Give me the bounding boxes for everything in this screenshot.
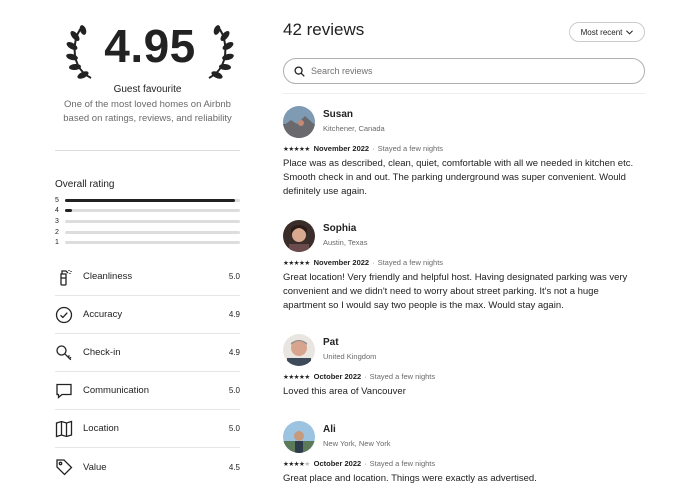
reviewer-location: Kitchener, Canada bbox=[323, 124, 385, 133]
rating-bar-label: 1 bbox=[55, 239, 59, 247]
rating-bar-label: 2 bbox=[55, 228, 59, 236]
review-date: November 2022 bbox=[313, 144, 370, 153]
rating-bar-row: 4 bbox=[55, 206, 240, 217]
rating-bar-track bbox=[65, 219, 240, 223]
star-icon: ★ bbox=[304, 461, 310, 468]
category-row-check-in: Check-in 4.9 bbox=[55, 334, 240, 372]
sort-dropdown[interactable]: Most recent bbox=[569, 22, 645, 42]
search-input[interactable] bbox=[311, 66, 611, 76]
reviewer-location: United Kingdom bbox=[323, 352, 377, 361]
rating-bar-track bbox=[65, 241, 240, 245]
category-row-location: Location 5.0 bbox=[55, 410, 240, 448]
guest-favourite-description: One of the most loved homes on Airbnb ba… bbox=[63, 99, 232, 124]
category-row-cleanliness: Cleanliness 5.0 bbox=[55, 258, 240, 296]
category-label: Location bbox=[83, 423, 119, 434]
star-rating: ★★★★★ bbox=[283, 260, 310, 267]
rating-bar-label: 3 bbox=[55, 217, 59, 225]
category-label: Communication bbox=[83, 385, 149, 396]
category-value: 5.0 bbox=[228, 272, 240, 281]
star-icon: ★ bbox=[304, 374, 310, 381]
category-label: Value bbox=[83, 461, 107, 473]
reviewer-name: Ali bbox=[323, 424, 336, 435]
separator-dot: · bbox=[372, 258, 375, 267]
laurel-right-icon bbox=[208, 25, 234, 79]
stay-length: Stayed a few nights bbox=[369, 372, 436, 381]
review-meta: ★★★★★ October 2022 · Stayed a few nights bbox=[283, 459, 435, 468]
avatar[interactable] bbox=[283, 421, 315, 453]
rating-bar-row: 1 bbox=[55, 237, 240, 248]
avatar[interactable] bbox=[283, 106, 315, 138]
rating-header: 4.95 bbox=[65, 18, 235, 82]
category-value: 4.9 bbox=[228, 348, 240, 357]
category-value: 4.5 bbox=[228, 462, 240, 472]
rating-bar-label: 4 bbox=[55, 207, 59, 215]
review-date: October 2022 bbox=[313, 372, 362, 381]
stay-length: Stayed a few nights bbox=[377, 144, 444, 153]
separator-dot: · bbox=[372, 144, 375, 153]
review-text: Great place and location. Things were ex… bbox=[283, 473, 537, 484]
star-rating: ★★★★★ bbox=[283, 461, 310, 468]
speech-bubble-icon bbox=[56, 383, 72, 399]
tag-icon bbox=[56, 459, 73, 476]
review-meta: ★★★★★ October 2022 · Stayed a few nights bbox=[283, 372, 435, 381]
rating-bar-row: 5 bbox=[55, 195, 240, 206]
review-date: November 2022 bbox=[313, 258, 370, 267]
guest-favourite-badge: Guest favourite bbox=[113, 84, 182, 95]
category-row-value: Value 4.5 bbox=[55, 448, 240, 486]
rating-bar-track bbox=[65, 209, 240, 213]
star-icon: ★ bbox=[304, 260, 310, 267]
review-text: Loved this area of Vancouver bbox=[283, 386, 406, 397]
reviews-count-title: 42 reviews bbox=[283, 20, 365, 39]
search-icon bbox=[294, 65, 305, 77]
spray-bottle-icon bbox=[60, 269, 72, 286]
map-icon bbox=[55, 420, 73, 437]
star-rating: ★★★★★ bbox=[283, 146, 310, 153]
category-label: Check-in bbox=[83, 347, 121, 358]
divider bbox=[283, 93, 645, 94]
rating-bar-row: 3 bbox=[55, 216, 240, 227]
category-ratings: Cleanliness 5.0 Accuracy 4.9 Check-in 4.… bbox=[55, 258, 240, 486]
category-label: Cleanliness bbox=[83, 271, 133, 282]
rating-distribution: 5 4 3 2 1 bbox=[55, 195, 240, 248]
category-value: 5.0 bbox=[228, 424, 240, 433]
category-value: 4.9 bbox=[228, 310, 240, 319]
review-text: Place was as described, clean, quiet, co… bbox=[283, 158, 634, 197]
search-reviews-field[interactable] bbox=[283, 58, 645, 84]
sort-dropdown-label: Most recent bbox=[580, 27, 623, 37]
review-text: Great location! Very friendly and helpfu… bbox=[283, 272, 628, 311]
check-circle-icon bbox=[55, 306, 73, 323]
reviewer-name: Sophia bbox=[323, 223, 357, 234]
category-label: Accuracy bbox=[83, 309, 123, 320]
avatar[interactable] bbox=[283, 220, 315, 252]
reviewer-name: Susan bbox=[323, 109, 354, 120]
rating-bar-label: 5 bbox=[55, 196, 59, 204]
reviewer-name: Pat bbox=[323, 337, 339, 348]
rating-bar-track bbox=[65, 230, 240, 234]
star-icon: ★ bbox=[304, 146, 310, 153]
key-icon bbox=[56, 344, 72, 360]
review-date: October 2022 bbox=[313, 459, 362, 468]
chevron-down-icon bbox=[626, 29, 634, 35]
review-meta: ★★★★★ November 2022 · Stayed a few nights bbox=[283, 258, 443, 267]
separator-dot: · bbox=[364, 459, 367, 468]
rating-bar-row: 2 bbox=[55, 227, 240, 238]
stay-length: Stayed a few nights bbox=[369, 459, 436, 468]
separator-dot: · bbox=[364, 372, 367, 381]
category-value: 5.0 bbox=[228, 386, 240, 395]
avatar[interactable] bbox=[283, 334, 315, 366]
reviewer-location: New York, New York bbox=[323, 439, 391, 448]
reviewer-location: Austin, Texas bbox=[323, 238, 368, 247]
rating-bar-fill bbox=[65, 209, 72, 213]
overall-rating-title: Overall rating bbox=[55, 179, 115, 190]
category-row-communication: Communication 5.0 bbox=[55, 372, 240, 410]
rating-bar-fill bbox=[65, 198, 235, 202]
rating-bar-track bbox=[65, 198, 240, 202]
star-rating: ★★★★★ bbox=[283, 374, 310, 381]
category-row-accuracy: Accuracy 4.9 bbox=[55, 296, 240, 334]
stay-length: Stayed a few nights bbox=[377, 258, 444, 267]
review-meta: ★★★★★ November 2022 · Stayed a few nights bbox=[283, 144, 443, 153]
divider bbox=[55, 150, 240, 151]
